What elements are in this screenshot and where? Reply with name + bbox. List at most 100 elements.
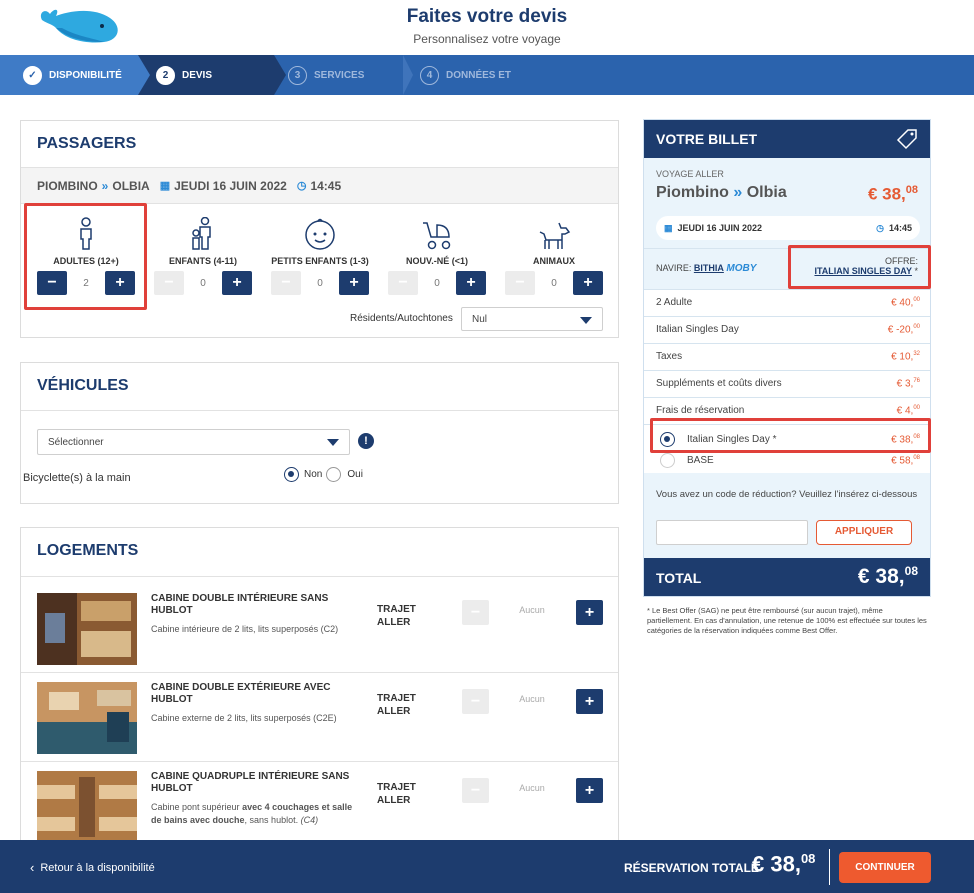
radio-no-label: Non bbox=[304, 469, 323, 480]
radio-no[interactable] bbox=[284, 467, 299, 482]
cabin-photo bbox=[37, 593, 137, 665]
increment-button[interactable]: + bbox=[576, 600, 603, 625]
step-label: Devis bbox=[182, 69, 213, 81]
check-icon: ✓ bbox=[23, 65, 42, 85]
step-services: 3 Services bbox=[288, 55, 364, 95]
progress-stepper: ✓ Disponibilité 2 Devis 3 Services 4 Don… bbox=[0, 55, 974, 95]
pax-count: 0 bbox=[434, 277, 440, 289]
route-date: JEUDI 16 JUIN 2022 bbox=[174, 178, 287, 193]
highlight-offer bbox=[788, 245, 931, 289]
cabin-row: Cabine quadruple intérieure sans hublot … bbox=[21, 761, 618, 850]
route-from: PIOMBINO bbox=[37, 178, 98, 193]
step-disponibilite[interactable]: ✓ Disponibilité bbox=[23, 55, 122, 95]
footer-bar: ‹ Retour à la disponibilité RÉSERVATION … bbox=[0, 840, 974, 893]
step-label: Données et bbox=[446, 69, 512, 81]
price-line: Suppléments et coûts divers € 3,76 bbox=[656, 378, 920, 390]
cabin-desc: Cabine externe de 2 lits, lits superposé… bbox=[151, 713, 337, 723]
decrement-button[interactable]: − bbox=[462, 778, 489, 803]
fare-radio[interactable] bbox=[660, 453, 675, 468]
page-title: Faites votre devis bbox=[406, 6, 568, 27]
ticket-title: Votre billet bbox=[656, 131, 758, 147]
decrement-button[interactable]: − bbox=[462, 600, 489, 625]
clock-icon: ◷ bbox=[296, 180, 307, 192]
chevron-down-icon bbox=[327, 439, 339, 446]
moby-logo: MOBY bbox=[726, 263, 757, 274]
promo-text: Vous avez un code de réduction? Veuillez… bbox=[656, 489, 918, 500]
baby-face-icon bbox=[305, 218, 335, 250]
increment-button[interactable]: + bbox=[339, 271, 369, 295]
total-label: TOTAL bbox=[656, 570, 702, 586]
footer-total-label: RÉSERVATION TOTALE bbox=[624, 861, 759, 875]
apply-button[interactable]: APPLIQUER bbox=[816, 520, 912, 545]
ticket-summary: Votre billet VOYAGE ALLER Piombino » Olb… bbox=[643, 119, 931, 597]
pax-label: Nouv.-né (<1) bbox=[406, 256, 468, 266]
decrement-button[interactable]: − bbox=[388, 271, 418, 295]
cabin-trajet: TRAJET ALLER bbox=[377, 693, 416, 717]
chevron-down-icon bbox=[580, 317, 592, 324]
price-line: Taxes € 10,32 bbox=[656, 351, 920, 363]
cabin-desc: Cabine pont supérieur avec 4 couchages e… bbox=[151, 802, 353, 825]
pax-count: 0 bbox=[317, 277, 323, 289]
cabin-trajet: TRAJET ALLER bbox=[377, 782, 416, 806]
increment-button[interactable]: + bbox=[576, 778, 603, 803]
info-icon[interactable]: ! bbox=[358, 433, 374, 449]
cabin-trajet: TRAJET ALLER bbox=[377, 604, 416, 628]
vehicle-select[interactable]: Sélectionner bbox=[37, 429, 350, 455]
calendar-icon: ▦ bbox=[664, 222, 673, 233]
pax-animals: Animaux − 0 + bbox=[495, 217, 613, 295]
pax-infants: Petits enfants (1-3) − 0 + bbox=[261, 217, 379, 295]
chevron-left-icon: ‹ bbox=[30, 860, 35, 875]
decrement-button[interactable]: − bbox=[271, 271, 301, 295]
price-line: Frais de réservation € 4,00 bbox=[656, 405, 920, 417]
pax-label: Petits enfants (1-3) bbox=[271, 256, 369, 266]
promo-code-input[interactable] bbox=[656, 520, 808, 545]
residents-select[interactable]: Nul bbox=[461, 307, 603, 331]
increment-button[interactable]: + bbox=[573, 271, 603, 295]
pax-children: Enfants (4-11) − 0 + bbox=[144, 217, 262, 295]
footer-total-amount: € 38,08 bbox=[752, 851, 816, 877]
total-amount: € 38,08 bbox=[857, 564, 918, 588]
pax-count: 0 bbox=[551, 277, 557, 289]
highlight-adults bbox=[24, 203, 147, 310]
ship-link[interactable]: BITHIA bbox=[694, 263, 724, 273]
radio-yes-label: Oui bbox=[347, 469, 363, 480]
cabin-quantity: Aucun bbox=[519, 605, 545, 615]
pax-count: 0 bbox=[200, 277, 206, 289]
increment-button[interactable]: + bbox=[222, 271, 252, 295]
step-devis[interactable]: 2 Devis bbox=[156, 55, 212, 95]
back-link[interactable]: ‹ Retour à la disponibilité bbox=[30, 860, 155, 875]
ticket-datetime: ▦ JEUDI 16 JUIN 2022 ◷ 14:45 bbox=[656, 216, 920, 240]
voyage-label: VOYAGE ALLER bbox=[656, 169, 724, 179]
cabin-title: Cabine quadruple intérieure sans hublot bbox=[151, 771, 350, 794]
fare-option[interactable]: BASE € 58,08 bbox=[656, 453, 920, 468]
step-label: Services bbox=[314, 69, 365, 81]
radio-yes[interactable] bbox=[326, 467, 342, 482]
increment-button[interactable]: + bbox=[456, 271, 486, 295]
route-bar: PIOMBINO » OLBIA ▦ JEUDI 16 JUIN 2022 ◷ … bbox=[21, 167, 618, 204]
price-line: 2 Adulte € 40,00 bbox=[656, 297, 920, 309]
accommodations-card: Logements Cabine double intérieure sans … bbox=[20, 527, 619, 857]
ticket-total: TOTAL € 38,08 bbox=[644, 558, 930, 596]
decrement-button[interactable]: − bbox=[462, 689, 489, 714]
continue-button[interactable]: CONTINUER bbox=[839, 852, 931, 883]
decrement-button[interactable]: − bbox=[505, 271, 535, 295]
cabin-quantity: Aucun bbox=[519, 694, 545, 704]
ticket-price: € 38,08 bbox=[867, 184, 918, 204]
step-number: 3 bbox=[288, 65, 307, 85]
cabin-photo bbox=[37, 682, 137, 754]
passengers-title: Passagers bbox=[37, 135, 137, 152]
increment-button[interactable]: + bbox=[576, 689, 603, 714]
step-number: 2 bbox=[156, 65, 175, 85]
bicycle-label: Bicyclette(s) à la main bbox=[23, 472, 131, 484]
clock-icon: ◷ bbox=[876, 222, 884, 233]
cabin-row: Cabine double intérieure sans hublot Cab… bbox=[21, 583, 618, 672]
vehicles-title: Véhicules bbox=[37, 377, 129, 394]
cabin-desc: Cabine intérieure de 2 lits, lits superp… bbox=[151, 624, 339, 634]
decrement-button[interactable]: − bbox=[154, 271, 184, 295]
accommodations-title: Logements bbox=[37, 542, 139, 559]
disclaimer-text: * Le Best Offer (SAG) ne peut être rembo… bbox=[647, 606, 927, 635]
residents-value: Nul bbox=[472, 313, 488, 325]
residents-label: Résidents/Autochtones bbox=[350, 313, 453, 324]
route-to: OLBIA bbox=[112, 178, 150, 193]
vehicles-card: Véhicules Sélectionner ! Bicyclette(s) à… bbox=[20, 362, 619, 504]
